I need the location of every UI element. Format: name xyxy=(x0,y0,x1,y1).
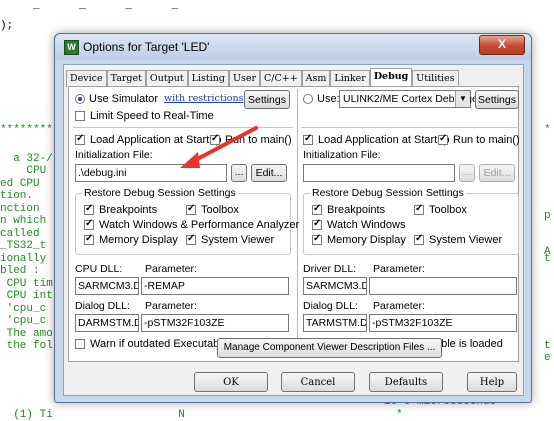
red-arrow-annotation xyxy=(180,126,258,168)
arrow-head-icon xyxy=(180,152,200,168)
